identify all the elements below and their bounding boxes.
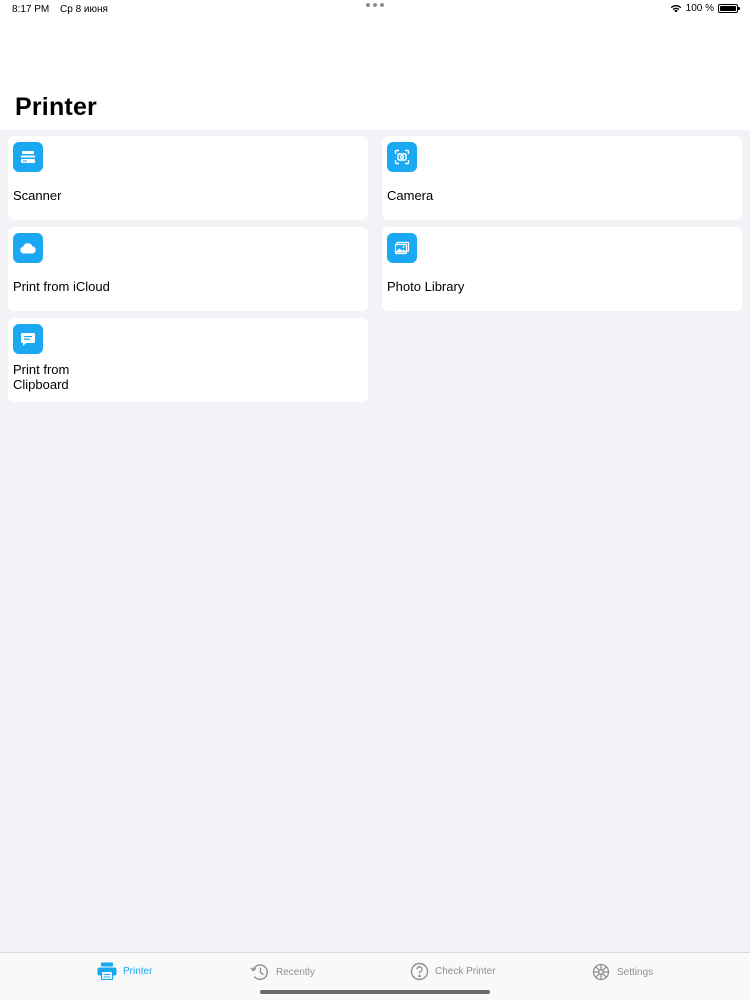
photo-library-icon xyxy=(387,233,417,263)
camera-icon xyxy=(387,142,417,172)
scanner-icon xyxy=(13,142,43,172)
page-title: Printer xyxy=(15,93,97,121)
tile-label: Print from Clipboard xyxy=(13,362,70,392)
tab-label: Check Printer xyxy=(435,966,496,977)
battery-percent: 100 % xyxy=(685,3,714,14)
tab-recently[interactable]: Recently xyxy=(250,962,315,982)
clipboard-tile[interactable]: Print from Clipboard xyxy=(8,318,368,402)
tile-label: Print from iCloud xyxy=(13,279,110,294)
tab-label: Recently xyxy=(276,966,315,978)
battery-icon xyxy=(718,4,740,13)
gear-icon xyxy=(592,963,610,981)
icloud-tile[interactable]: Print from iCloud xyxy=(8,227,368,311)
question-icon xyxy=(410,962,429,981)
multitasking-dots-icon[interactable] xyxy=(366,3,384,7)
cloud-icon xyxy=(13,233,43,263)
tab-label: Printer xyxy=(123,965,153,977)
photo-library-tile[interactable]: Photo Library xyxy=(382,227,742,311)
scanner-tile[interactable]: Scanner xyxy=(8,136,368,220)
tab-label: Settings xyxy=(617,966,654,978)
wifi-icon xyxy=(670,5,681,13)
clipboard-icon xyxy=(13,324,43,354)
header: 8:17 PM Ср 8 июня 100 % Printer xyxy=(0,0,750,130)
printer-icon xyxy=(97,962,117,980)
tile-label: Photo Library xyxy=(387,279,465,294)
tile-label: Camera xyxy=(387,188,434,203)
home-indicator[interactable] xyxy=(260,990,490,994)
status-time: 8:17 PM xyxy=(12,4,50,15)
tab-settings[interactable]: Settings xyxy=(591,962,653,982)
tab-printer[interactable]: Printer xyxy=(97,962,152,980)
history-icon xyxy=(250,964,268,981)
tile-label: Scanner xyxy=(13,188,62,203)
tab-check-printer[interactable]: Check Printer xyxy=(410,962,496,981)
camera-tile[interactable]: Camera xyxy=(382,136,742,220)
status-bar: 8:17 PM Ср 8 июня 100 % xyxy=(0,0,750,20)
status-date: Ср 8 июня xyxy=(60,4,108,15)
